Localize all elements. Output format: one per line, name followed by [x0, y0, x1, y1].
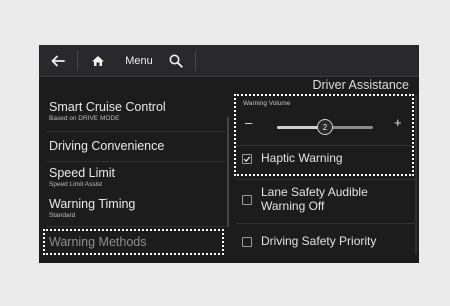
- menu-item-warning-timing[interactable]: Warning Timing Standard: [49, 197, 224, 219]
- menu-button[interactable]: Menu: [119, 45, 159, 76]
- selected-item-highlight: [43, 229, 224, 255]
- volume-slider-thumb[interactable]: 2: [317, 119, 333, 135]
- top-bar: Menu: [39, 45, 419, 77]
- menu-item-subtitle: Based on DRIVE MODE: [49, 115, 120, 122]
- menu-divider: [47, 131, 225, 132]
- volume-minus-button[interactable]: –: [245, 116, 252, 129]
- checkmark-icon: [243, 156, 251, 163]
- menu-divider: [47, 161, 225, 162]
- lane-safety-checkbox[interactable]: [242, 195, 252, 205]
- menu-item-speed-limit[interactable]: Speed Limit Speed Limit Assist: [49, 166, 224, 188]
- driving-safety-checkbox[interactable]: [242, 237, 252, 247]
- menu-item-driving-convenience[interactable]: Driving Convenience: [49, 139, 224, 153]
- volume-value: 2: [322, 122, 328, 132]
- menu-item-subtitle: Standard: [49, 212, 76, 219]
- menu-item-subtitle: Speed Limit Assist: [49, 181, 103, 188]
- right-scrollbar[interactable]: [415, 95, 417, 255]
- option-divider: [236, 223, 416, 224]
- menu-label: Menu: [125, 54, 153, 67]
- option-divider: [236, 179, 416, 180]
- menu-item-title: Speed Limit: [49, 166, 116, 180]
- haptic-warning-label: Haptic Warning: [261, 151, 343, 165]
- menu-item-title: Smart Cruise Control: [49, 100, 166, 114]
- menu-divider: [47, 226, 225, 227]
- search-icon: [169, 54, 183, 68]
- back-button[interactable]: [39, 45, 77, 76]
- menu-item-smart-cruise-control[interactable]: Smart Cruise Control Based on DRIVE MODE: [49, 100, 224, 122]
- lane-safety-label-line2: Warning Off: [261, 199, 325, 213]
- home-button[interactable]: [78, 45, 118, 76]
- volume-plus-button[interactable]: +: [394, 116, 402, 129]
- left-scrollbar[interactable]: [227, 117, 229, 227]
- warning-volume-label: Warning Volume: [243, 100, 291, 107]
- option-divider: [236, 145, 416, 146]
- haptic-warning-checkbox[interactable]: [242, 154, 252, 164]
- back-arrow-icon: [51, 55, 65, 66]
- menu-item-title: Driving Convenience: [49, 139, 165, 153]
- toolbar-divider: [195, 51, 196, 71]
- home-icon: [92, 55, 104, 66]
- driving-safety-label: Driving Safety Priority: [261, 234, 377, 248]
- page-title: Driver Assistance: [312, 78, 409, 92]
- search-button[interactable]: [159, 45, 193, 76]
- infotainment-screen: Menu Driver Assistance Smart Cruise Cont…: [39, 45, 419, 263]
- lane-safety-label-line1: Lane Safety Audible: [261, 185, 368, 199]
- menu-item-title: Warning Timing: [49, 197, 136, 211]
